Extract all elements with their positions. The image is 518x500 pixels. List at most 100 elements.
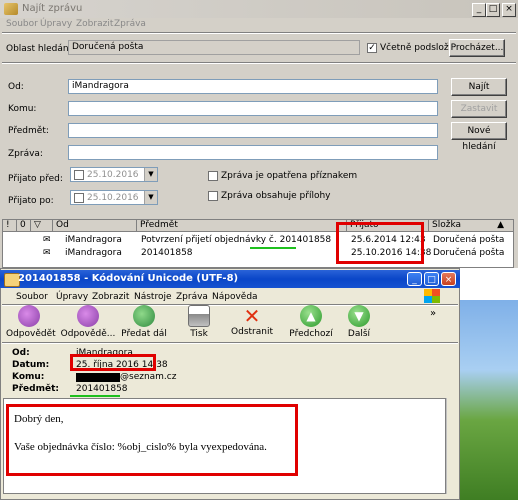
sort-arrow-icon: ▲ [497, 220, 504, 230]
search-area-field: Doručená pošta [68, 40, 360, 55]
flagged-label: Zpráva je opatřena příznakem [221, 171, 358, 181]
print-button[interactable]: Tisk [182, 305, 216, 339]
previous-button[interactable]: ▲ Předchozí [288, 305, 334, 339]
menu-upravy[interactable]: Úpravy [56, 292, 88, 302]
reply-all-button[interactable]: Odpovědě... [60, 305, 116, 339]
received-after-checkbox[interactable] [74, 193, 84, 203]
row-from: iMandragora [65, 248, 122, 258]
col-importance[interactable]: ! [3, 220, 17, 232]
highlight-date [70, 354, 156, 371]
up-arrow-icon: ▲ [300, 305, 322, 327]
chevron-down-icon[interactable]: ▼ [144, 191, 157, 204]
message-window-title: 201401858 - Kódování Unicode (UTF-8) [18, 273, 239, 284]
reply-all-label: Odpovědě... [60, 329, 116, 339]
desktop-background [460, 300, 518, 500]
received-after-picker[interactable]: 25.10.2016 ▼ [70, 190, 158, 205]
envelope-icon: ✉ [43, 248, 51, 258]
col-flag[interactable]: ▽ [31, 220, 53, 232]
windows-logo-icon [424, 289, 440, 303]
minimize-button[interactable]: _ [472, 3, 486, 17]
received-before-label: Přijato před: [8, 174, 63, 184]
toolbar-separator [2, 342, 458, 344]
menu-nastroje[interactable]: Nástroje [134, 292, 172, 302]
search-area-label: Oblast hledání: [6, 44, 75, 54]
col-folder-label: Složka [432, 220, 462, 230]
reply-icon [18, 305, 40, 327]
reply-button[interactable]: Odpovědět [6, 305, 56, 339]
header-to-value: @seznam.cz [120, 372, 177, 382]
next-button[interactable]: ▼ Další [342, 305, 376, 339]
attachments-checkbox[interactable] [208, 191, 218, 201]
underline-subject [70, 395, 120, 397]
menu-soubor[interactable]: Soubor [6, 19, 38, 29]
menu-zobrazit[interactable]: Zobrazit [92, 292, 129, 302]
header-subject-label: Předmět: [12, 384, 59, 394]
col-from[interactable]: Od [53, 220, 137, 232]
from-input[interactable]: iMandragora [68, 79, 438, 94]
received-after-value: 25.10.2016 [87, 193, 139, 203]
find-window-title: Najít zprávu [22, 3, 83, 14]
toolbar-overflow-icon[interactable]: » [430, 308, 436, 319]
underline-order-number [250, 247, 296, 249]
menu-soubor[interactable]: Soubor [16, 292, 48, 302]
minimize-button[interactable]: _ [407, 272, 422, 286]
to-label: Komu: [8, 104, 37, 114]
from-label: Od: [8, 82, 24, 92]
highlight-body [6, 404, 298, 476]
attachments-label: Zpráva obsahuje přílohy [221, 191, 331, 201]
row-folder: Doručená pošta [433, 235, 505, 245]
header-subject-value: 201401858 [76, 384, 128, 394]
menu-zobrazit[interactable]: Zobrazit [76, 19, 113, 29]
maximize-button[interactable]: □ [486, 3, 500, 17]
to-input[interactable] [68, 101, 438, 116]
close-button[interactable]: × [502, 3, 516, 17]
subject-input[interactable] [68, 123, 438, 138]
stop-button[interactable]: Zastavit [451, 100, 507, 118]
section-separator [2, 62, 516, 64]
message-scrollbar[interactable] [446, 398, 458, 494]
include-subfolders-checkbox[interactable]: ✓ [367, 43, 377, 53]
subject-label: Předmět: [8, 126, 49, 136]
row-subject: Potvrzení přijetí objednávky č. 20140185… [141, 235, 332, 245]
redacted-block [76, 373, 120, 382]
forward-button[interactable]: Předat dál [118, 305, 170, 339]
row-folder: Doručená pošta [433, 248, 505, 258]
find-button[interactable]: Najít [451, 78, 507, 96]
received-before-checkbox[interactable] [74, 170, 84, 180]
menu-zprava[interactable]: Zpráva [114, 19, 146, 29]
printer-icon [188, 305, 210, 327]
message-input[interactable] [68, 145, 438, 160]
flagged-checkbox[interactable] [208, 171, 218, 181]
new-search-button[interactable]: Nové hledání [451, 122, 507, 152]
header-date-label: Datum: [12, 360, 50, 370]
print-label: Tisk [190, 329, 208, 339]
delete-label: Odstranit [231, 327, 273, 337]
col-subject[interactable]: Předmět [137, 220, 347, 232]
row-subject: 201401858 [141, 248, 193, 258]
previous-label: Předchozí [289, 329, 333, 339]
include-subfolders-label: Včetně podsložek [380, 43, 460, 53]
chevron-down-icon[interactable]: ▼ [144, 168, 157, 181]
received-before-picker[interactable]: 25.10.2016 ▼ [70, 167, 158, 182]
menu-zprava[interactable]: Zpráva [176, 292, 208, 302]
highlight-received-dates [336, 222, 424, 264]
next-label: Další [347, 329, 371, 339]
results-list[interactable]: ! 0 ▽ Od Předmět Přijato Složka ▲ ✉ iMand… [2, 219, 514, 268]
close-button[interactable]: × [441, 272, 456, 286]
col-attachment[interactable]: 0 [17, 220, 31, 232]
menu-separator [2, 32, 516, 34]
menu-upravy[interactable]: Úpravy [40, 19, 72, 29]
received-before-value: 25.10.2016 [87, 170, 139, 180]
find-app-icon [4, 3, 18, 15]
menu-napoveda[interactable]: Nápověda [212, 292, 258, 302]
col-folder[interactable]: Složka ▲ [429, 220, 513, 232]
delete-button[interactable]: ✕ Odstranit [228, 305, 276, 337]
reply-all-icon [77, 305, 99, 327]
forward-icon [133, 305, 155, 327]
message-label: Zpráva: [8, 149, 43, 159]
reply-label: Odpovědět [6, 329, 56, 339]
browse-button[interactable]: Procházet... [449, 39, 505, 57]
row-from: iMandragora [65, 235, 122, 245]
down-arrow-icon: ▼ [348, 305, 370, 327]
maximize-button[interactable]: □ [424, 272, 439, 286]
